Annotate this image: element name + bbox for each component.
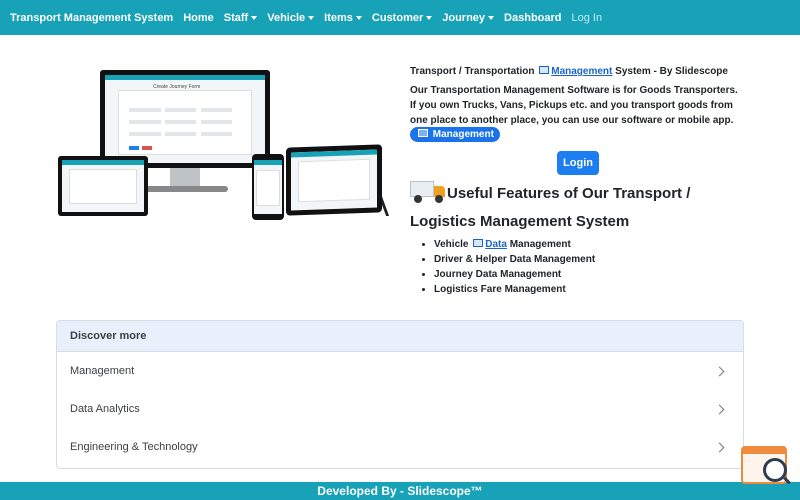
nav-journey-dropdown[interactable]: Journey: [442, 11, 495, 24]
chevron-right-icon: [714, 404, 725, 414]
intro-title-prefix: Transport / Transportation: [410, 66, 535, 77]
nav-home[interactable]: Home: [183, 12, 214, 24]
chevron-down-icon: [308, 15, 315, 20]
screen-submit-button: [129, 146, 140, 150]
nav-dashboard[interactable]: Dashboard: [504, 12, 561, 24]
screen-form-panel: [297, 158, 371, 203]
management-pill-link[interactable]: Management: [410, 127, 500, 142]
feature-item: Driver & Helper Data Management: [434, 252, 595, 267]
chevron-right-icon: [714, 442, 725, 452]
screen-form-row: [129, 123, 240, 136]
tablet-screen: [291, 149, 377, 211]
monitor-stand: [170, 168, 200, 188]
discover-item-label: Management: [70, 365, 135, 377]
screen-navbar: [105, 75, 265, 80]
screen-form-row: [129, 111, 240, 124]
document-icon: [539, 66, 550, 75]
screen-form-panel: [117, 90, 253, 155]
intro-description: Our Transportation Management Software i…: [410, 85, 738, 126]
footer-text: Developed By - Slidescope™: [317, 484, 483, 498]
phone-screen: [254, 160, 282, 214]
features-list: Vehicle Data Management Driver & Helper …: [434, 237, 595, 297]
discover-item-label: Engineering & Technology: [70, 441, 198, 453]
features-heading: Useful Features of Our Transport / Logis…: [410, 180, 760, 236]
login-button[interactable]: Login: [557, 151, 599, 175]
feature-data-link[interactable]: Data: [485, 239, 507, 250]
devices-hero-image: Create Journey Form: [56, 68, 390, 226]
management-pill-label: Management: [432, 129, 494, 140]
discover-item-engineering[interactable]: Engineering & Technology: [57, 428, 743, 466]
chevron-down-icon: [488, 15, 495, 20]
discover-item-management[interactable]: Management: [57, 352, 743, 390]
laptop-device: [58, 156, 148, 216]
discover-more-heading: Discover more: [57, 321, 743, 352]
chevron-down-icon: [251, 15, 258, 20]
feature-item: Logistics Fare Management: [434, 282, 595, 297]
discover-more-panel: Discover more Management Data Analytics …: [56, 320, 744, 469]
nav-login-label: Log In: [571, 11, 603, 24]
nav-items-label: Items: [324, 11, 353, 24]
screen-cancel-button: [142, 146, 153, 150]
intro-title: Transport / Transportation Management Sy…: [410, 66, 728, 77]
search-widget-icon[interactable]: [741, 446, 791, 488]
screen-form-panel: [255, 170, 281, 206]
intro-title-link[interactable]: Management: [551, 66, 612, 77]
monitor-screen: Create Journey Form: [105, 75, 265, 163]
navbar-brand[interactable]: Transport Management System: [10, 12, 173, 24]
nav-vehicle-label: Vehicle: [267, 11, 306, 24]
chevron-down-icon: [426, 15, 433, 20]
intro-title-suffix: System - By Slidescope: [615, 66, 728, 77]
nav-home-label: Home: [183, 11, 214, 24]
truck-icon: [410, 181, 446, 204]
feature-item: Vehicle Data Management: [434, 237, 595, 252]
nav-dashboard-label: Dashboard: [504, 11, 562, 24]
screen-form-row: [129, 99, 240, 112]
feature-item-prefix: Vehicle: [434, 239, 469, 250]
tablet-device: [286, 144, 382, 216]
monitor-base: [144, 186, 228, 192]
screen-form-panel: [68, 169, 138, 204]
nav-journey-label: Journey: [442, 11, 486, 24]
document-icon: [418, 129, 428, 138]
top-navbar: Transport Management System Home Staff V…: [0, 0, 800, 35]
nav-vehicle-dropdown[interactable]: Vehicle: [267, 11, 315, 24]
feature-item: Journey Data Management: [434, 267, 595, 282]
phone-device: [252, 154, 284, 220]
feature-item-suffix: Management: [509, 239, 571, 250]
chevron-right-icon: [714, 366, 725, 376]
nav-staff-dropdown[interactable]: Staff: [223, 11, 258, 24]
discover-item-label: Data Analytics: [70, 403, 140, 415]
screen-navbar: [291, 149, 377, 158]
chevron-down-icon: [355, 15, 362, 20]
nav-staff-label: Staff: [223, 11, 249, 24]
nav-customer-dropdown[interactable]: Customer: [371, 11, 433, 24]
nav-items-dropdown[interactable]: Items: [324, 12, 362, 24]
footer: Developed By - Slidescope™: [0, 482, 800, 500]
nav-customer-label: Customer: [371, 11, 424, 24]
features-heading-text: Useful Features of Our Transport / Logis…: [410, 185, 691, 230]
discover-item-data-analytics[interactable]: Data Analytics: [57, 390, 743, 428]
screen-navbar: [254, 160, 282, 165]
nav-login[interactable]: Log In: [572, 12, 603, 24]
laptop-screen: [62, 160, 144, 212]
screen-navbar: [62, 160, 144, 165]
document-icon: [473, 239, 484, 248]
monitor-device: Create Journey Form: [100, 70, 270, 168]
